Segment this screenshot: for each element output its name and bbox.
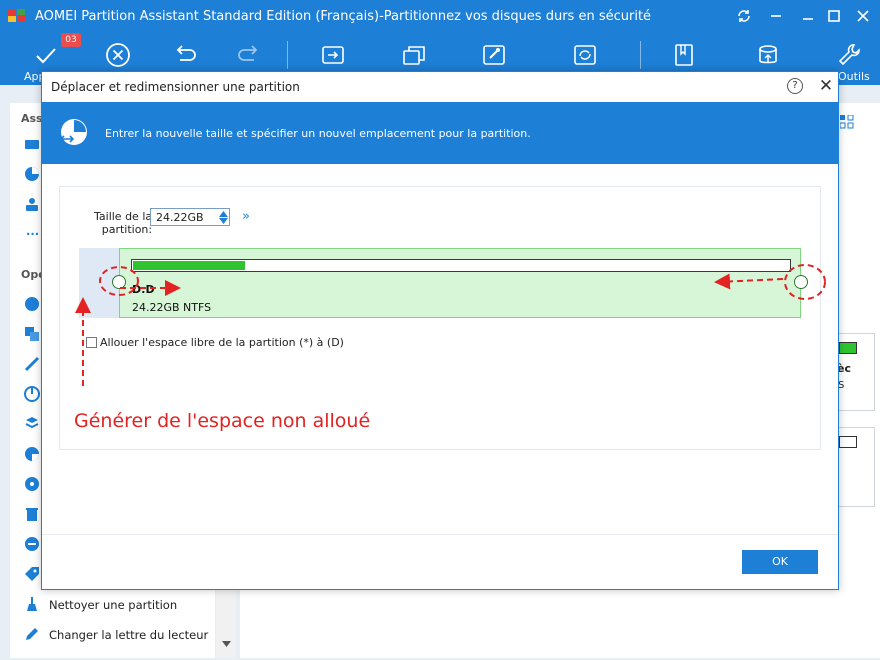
wipe-partition-menu-item[interactable]: Nettoyer une partition bbox=[49, 598, 177, 612]
apply-button[interactable] bbox=[26, 37, 66, 73]
partition-size-fs: 24.22GB NTFS bbox=[132, 301, 212, 314]
partition-size-label: Taille de la partition: bbox=[94, 210, 152, 236]
right-resize-handle[interactable] bbox=[794, 275, 808, 289]
migrate-os-button[interactable] bbox=[313, 37, 353, 73]
dialog-header: Entrer la nouvelle taille et spécifier u… bbox=[42, 102, 838, 164]
close-window-button[interactable] bbox=[850, 5, 876, 27]
partition-card[interactable]: èc S bbox=[835, 333, 875, 411]
split-partition-icon[interactable] bbox=[24, 356, 40, 372]
advanced-expand-icon[interactable]: » bbox=[242, 209, 250, 224]
partition-usage-fill bbox=[133, 261, 245, 270]
partition-size-value[interactable]: 24.22GB bbox=[156, 211, 204, 224]
pencil-icon[interactable] bbox=[24, 626, 40, 642]
disk-sync-icon bbox=[574, 45, 596, 65]
partition-size-label-line2: partition: bbox=[101, 223, 153, 236]
left-resize-handle[interactable] bbox=[112, 275, 126, 289]
partition-pie-icon[interactable] bbox=[24, 446, 40, 462]
scroll-down-icon[interactable] bbox=[222, 641, 231, 647]
clone-disk-button[interactable] bbox=[394, 37, 434, 73]
resize-partition-icon[interactable] bbox=[24, 296, 40, 312]
pie-icon[interactable] bbox=[24, 166, 40, 182]
mini-usage-bar-2 bbox=[839, 436, 857, 448]
allocate-space-icon[interactable] bbox=[24, 386, 40, 402]
disk-icon[interactable] bbox=[24, 136, 40, 152]
move-resize-dialog: Déplacer et redimensionner une partition… bbox=[41, 71, 839, 590]
label-tag-icon[interactable] bbox=[24, 566, 40, 582]
mini-usage-bar bbox=[839, 342, 857, 354]
cancel-circle-icon bbox=[106, 43, 130, 67]
help-icon[interactable]: ? bbox=[787, 78, 803, 94]
dialog-instructions: Entrer la nouvelle taille et spécifier u… bbox=[105, 127, 531, 140]
undo-icon bbox=[176, 45, 196, 61]
app-logo-icon bbox=[8, 9, 25, 22]
redo-button[interactable] bbox=[230, 37, 270, 73]
pending-operations-badge: 03 bbox=[61, 33, 81, 47]
merge-partition-icon[interactable] bbox=[24, 416, 40, 432]
discard-button[interactable] bbox=[98, 37, 138, 73]
media-disk-icon bbox=[483, 45, 505, 65]
toolbar-separator bbox=[287, 41, 288, 69]
partition-size-label-line1: Taille de la bbox=[94, 210, 153, 223]
database-up-icon bbox=[759, 45, 777, 64]
spin-down-icon[interactable] bbox=[219, 218, 228, 225]
refresh-icon[interactable] bbox=[731, 5, 757, 27]
partition-size-input[interactable]: 24.22GB bbox=[150, 208, 230, 226]
window-title: AOMEI Partition Assistant Standard Editi… bbox=[35, 9, 652, 24]
undo-button[interactable] bbox=[164, 37, 204, 73]
dialog-footer-divider bbox=[42, 534, 838, 535]
clone-disk-icon bbox=[403, 46, 425, 65]
wrench-icon bbox=[838, 44, 860, 66]
copy-partition-icon[interactable] bbox=[24, 326, 40, 342]
format-partition-icon[interactable] bbox=[24, 476, 40, 492]
disk-arrow-icon bbox=[322, 46, 344, 64]
close-dialog-button[interactable]: ✕ bbox=[816, 75, 836, 97]
broom-icon[interactable] bbox=[24, 596, 40, 612]
spin-up-icon[interactable] bbox=[219, 210, 228, 217]
title-bar: AOMEI Partition Assistant Standard Editi… bbox=[0, 0, 880, 33]
wizards-section-title: Ass bbox=[21, 112, 43, 125]
minimize-button[interactable] bbox=[763, 5, 789, 27]
ok-button[interactable]: OK bbox=[742, 550, 818, 574]
tutorial-button[interactable] bbox=[664, 37, 704, 73]
wipe-partition-icon[interactable] bbox=[24, 536, 40, 552]
maximize-button[interactable] bbox=[821, 5, 847, 27]
dialog-title: Déplacer et redimensionner une partition bbox=[51, 80, 300, 94]
partition-name: D:D bbox=[132, 283, 155, 296]
minimize-button-2[interactable] bbox=[795, 5, 821, 27]
card-text: èc bbox=[837, 362, 851, 375]
view-grid-icon[interactable] bbox=[840, 115, 854, 129]
partition-usage-track bbox=[131, 259, 791, 272]
redo-icon bbox=[238, 45, 258, 61]
allocate-free-space-label[interactable]: Allouer l'espace libre de la partition (… bbox=[100, 336, 344, 349]
tools-button[interactable] bbox=[829, 37, 869, 73]
partition-bar[interactable]: D:D 24.22GB NTFS bbox=[119, 248, 801, 318]
toolbar-separator bbox=[640, 41, 641, 69]
annotation-text: Générer de l'espace non alloué bbox=[74, 410, 371, 432]
more-wizards-icon[interactable]: ... bbox=[26, 224, 39, 238]
allocate-free-space-checkbox[interactable] bbox=[86, 337, 97, 348]
delete-partition-icon[interactable] bbox=[24, 506, 40, 522]
tools-label: Outils bbox=[838, 70, 870, 83]
move-resize-icon bbox=[59, 119, 87, 145]
check-icon bbox=[36, 48, 56, 64]
upgrade-button[interactable] bbox=[748, 37, 788, 73]
dialog-title-bar: Déplacer et redimensionner une partition… bbox=[42, 72, 838, 102]
user-disk-icon[interactable] bbox=[24, 196, 40, 212]
bootable-media-button[interactable] bbox=[474, 37, 514, 73]
change-drive-letter-menu-item[interactable]: Changer la lettre du lecteur bbox=[49, 628, 208, 642]
book-icon bbox=[675, 44, 693, 66]
partition-card-2[interactable] bbox=[835, 427, 875, 507]
rebuild-mbr-button[interactable] bbox=[565, 37, 605, 73]
